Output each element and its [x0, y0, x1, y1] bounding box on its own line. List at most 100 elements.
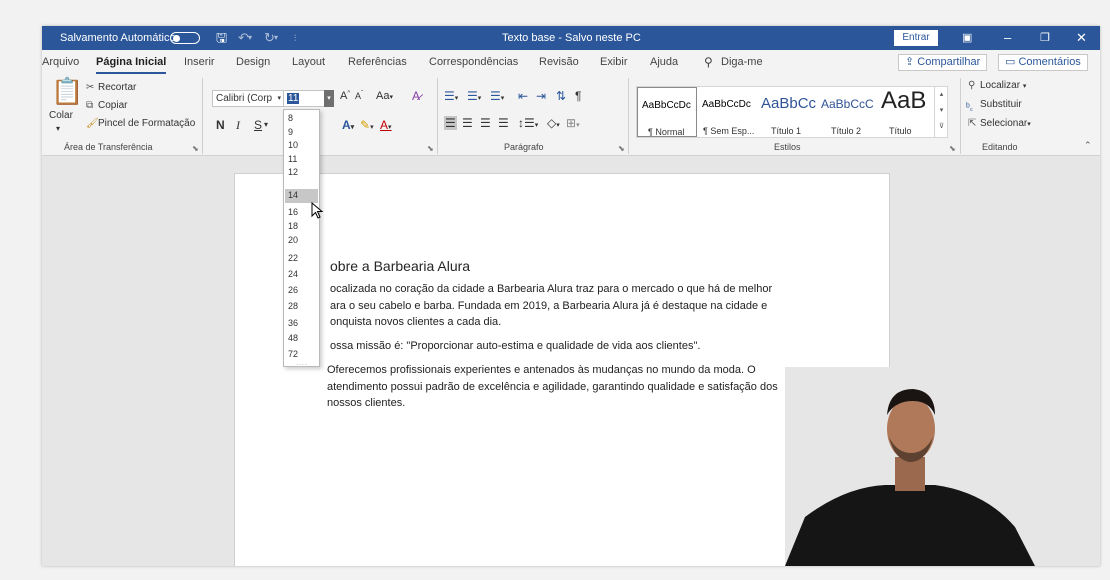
title-bar: Salvamento Automático 🖫 ↶ ▾ ↻ ▾ ⫶ Texto … [42, 26, 1100, 50]
font-size-option-highlighted[interactable]: 14 [285, 189, 318, 203]
redo-dropdown-icon[interactable]: ▾ [274, 26, 278, 50]
font-size-combo[interactable]: 11 [283, 90, 325, 107]
italic-button[interactable]: I [236, 118, 240, 133]
underline-button[interactable]: S [254, 118, 262, 132]
restore-icon[interactable]: ❐ [1040, 26, 1050, 50]
minimize-icon[interactable]: – [1004, 26, 1011, 50]
resize-grip-icon[interactable]: .... [296, 360, 308, 367]
ribbon-display-icon[interactable]: ▣ [962, 26, 972, 50]
pilcrow-icon[interactable]: ¶ [575, 89, 581, 103]
paste-icon[interactable]: 📋 [51, 78, 83, 104]
font-size-option[interactable]: 9 [285, 126, 318, 140]
customize-toolbar-icon[interactable]: ⫶ [294, 26, 296, 50]
paste-dropdown-icon[interactable]: ▾ [56, 124, 60, 133]
grow-font-button[interactable]: A^ [340, 90, 350, 102]
font-size-option[interactable]: 26 [285, 284, 318, 298]
font-launcher-icon[interactable]: ⬊ [427, 144, 434, 153]
undo-dropdown-icon[interactable]: ▾ [248, 26, 252, 50]
font-color-icon[interactable]: A▾ [380, 118, 392, 132]
decrease-indent-icon[interactable]: ⇤ [518, 89, 528, 103]
style-heading-1[interactable]: AaBbCc Título 1 [757, 87, 817, 137]
highlight-icon[interactable]: ✎▾ [360, 118, 374, 132]
replace-button[interactable]: Substituir [980, 99, 1022, 110]
increase-indent-icon[interactable]: ⇥ [536, 89, 546, 103]
collapse-ribbon-icon[interactable]: ⌃ [1084, 140, 1092, 151]
format-painter-button[interactable]: Pincel de Formatação [98, 118, 195, 129]
find-button[interactable]: Localizar ▾ [980, 80, 1026, 91]
font-size-option[interactable]: 24 [285, 268, 318, 282]
change-case-button[interactable]: Aa▾ [376, 90, 393, 102]
tab-exibir[interactable]: Exibir [600, 50, 628, 74]
tab-revisao[interactable]: Revisão [539, 50, 579, 74]
more-styles-icon[interactable]: ⊽ [935, 119, 948, 135]
share-button[interactable]: ⇪ Compartilhar [898, 54, 988, 71]
font-size-option[interactable]: 36 [285, 317, 318, 331]
search-icon[interactable]: ⚲ [704, 50, 713, 74]
font-size-option[interactable]: 48 [285, 332, 318, 346]
font-size-option[interactable]: 11 [285, 153, 318, 167]
copy-icon: ⧉ [86, 100, 94, 111]
font-name-combo[interactable]: Calibri (Corp ▾ [212, 90, 284, 107]
multilevel-list-icon[interactable]: ☰▾ [490, 89, 504, 103]
share-icon: ⇪ [905, 56, 918, 68]
select-button[interactable]: Selecionar▾ [980, 118, 1031, 129]
style-no-spacing[interactable]: AaBbCcDc ¶ Sem Esp... [697, 87, 757, 137]
document-heading: obre a Barbearia Alura [330, 258, 471, 274]
font-size-option[interactable]: 22 [285, 252, 318, 266]
tab-ajuda[interactable]: Ajuda [650, 50, 678, 74]
tab-design[interactable]: Design [236, 50, 270, 74]
autosave-toggle[interactable] [170, 32, 200, 44]
line-spacing-icon[interactable]: ↕☰▾ [518, 116, 538, 130]
tab-correspondencias[interactable]: Correspondências [429, 50, 518, 74]
cut-button[interactable]: Recortar [98, 82, 136, 93]
close-icon[interactable]: ✕ [1076, 26, 1087, 50]
copy-button[interactable]: Copiar [98, 100, 127, 111]
divider [437, 78, 438, 154]
bullets-icon[interactable]: ☰▾ [444, 89, 458, 103]
numbering-icon[interactable]: ☰▾ [467, 89, 481, 103]
style-title[interactable]: AaB Título [877, 87, 933, 137]
shading-icon[interactable]: ◇▾ [547, 116, 560, 130]
sort-icon[interactable]: ⇅ [556, 89, 566, 103]
align-center-icon[interactable]: ☰ [462, 116, 473, 130]
align-left-icon[interactable]: ☰ [444, 116, 457, 130]
text-effects-icon[interactable]: A▾ [342, 118, 354, 132]
font-size-option[interactable]: 12 [285, 166, 318, 180]
align-right-icon[interactable]: ☰ [480, 116, 491, 130]
save-icon[interactable]: 🖫 [216, 26, 227, 50]
font-size-option[interactable]: 20 [285, 234, 318, 248]
tab-pagina-inicial[interactable]: Página Inicial [96, 50, 167, 74]
styles-launcher-icon[interactable]: ⬊ [949, 144, 956, 153]
paste-button[interactable]: Colar [49, 110, 73, 121]
shrink-font-button[interactable]: Aˇ [355, 91, 363, 101]
style-heading-2[interactable]: AaBbCcC Título 2 [817, 87, 877, 137]
tab-arquivo[interactable]: Arquivo [42, 50, 79, 74]
font-size-option[interactable]: 10 [285, 139, 318, 153]
borders-icon[interactable]: ⊞▾ [566, 116, 580, 130]
clipboard-launcher-icon[interactable]: ⬊ [192, 144, 199, 153]
justify-icon[interactable]: ☰ [498, 116, 509, 130]
font-size-option[interactable]: 18 [285, 220, 318, 234]
style-normal[interactable]: AaBbCcDc ¶ Normal [637, 87, 697, 137]
font-size-option[interactable]: 8 [285, 112, 318, 126]
bold-button[interactable]: N [216, 118, 225, 132]
underline-dropdown-icon[interactable]: ▾ [264, 120, 268, 129]
tab-referencias[interactable]: Referências [348, 50, 407, 74]
sign-in-button[interactable]: Entrar [894, 30, 938, 46]
tell-me-label[interactable]: Diga-me [721, 50, 763, 74]
paragraph-launcher-icon[interactable]: ⬊ [618, 144, 625, 153]
styles-scroll[interactable]: ▴ ▾ ⊽ [934, 87, 948, 137]
font-size-dropdown-button[interactable]: ▾ [324, 90, 334, 107]
comments-button[interactable]: ▭ Comentários [998, 54, 1088, 71]
scroll-up-icon[interactable]: ▴ [935, 87, 948, 103]
tab-layout[interactable]: Layout [292, 50, 325, 74]
divider [960, 78, 961, 154]
mouse-cursor-icon [311, 202, 324, 219]
tab-inserir[interactable]: Inserir [184, 50, 215, 74]
scroll-down-icon[interactable]: ▾ [935, 103, 948, 119]
font-size-option[interactable]: 28 [285, 300, 318, 314]
font-size-dropdown-list: 8 9 10 11 12 14 16 18 20 22 24 26 28 36 … [283, 109, 320, 367]
clear-formatting-icon[interactable]: A̷ [412, 89, 420, 103]
replace-icon: ᵇ꜀ [966, 102, 974, 113]
document-paragraph-3: Oferecemos profissionais experientes e a… [327, 364, 778, 409]
